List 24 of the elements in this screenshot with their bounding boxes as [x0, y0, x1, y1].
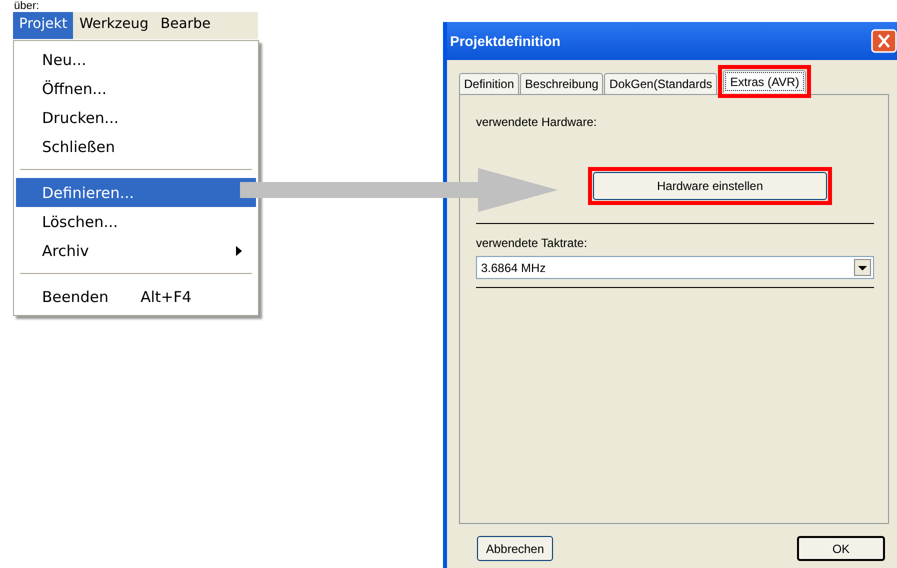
- tab[interactable]: DokGen(Standards: [604, 73, 718, 94]
- tab[interactable]: Extras (AVR): [723, 70, 806, 93]
- menu-item[interactable]: Definieren...: [16, 178, 256, 207]
- hardware-button[interactable]: Hardware einstellen: [593, 172, 827, 200]
- menu-item[interactable]: Neu...: [16, 45, 256, 74]
- tab[interactable]: Beschreibung: [520, 73, 604, 94]
- dialog-button[interactable]: Abbrechen: [477, 536, 553, 561]
- window-title: Projektdefinition: [450, 33, 560, 49]
- menu-bar-item[interactable]: Werkzeug: [73, 12, 155, 39]
- menu-item[interactable]: Öffnen...: [16, 74, 256, 103]
- dialog-button[interactable]: OK: [797, 536, 885, 561]
- close-icon[interactable]: [871, 29, 897, 53]
- clock-dropdown[interactable]: 3.6864 MHz: [476, 256, 874, 279]
- hardware-label: verwendete Hardware:: [476, 115, 598, 129]
- menu-item[interactable]: Beenden Alt+F4: [16, 282, 256, 311]
- menu-bar-item[interactable]: Projekt: [13, 12, 74, 39]
- tab[interactable]: Definition: [459, 73, 520, 94]
- menu-bar-item[interactable]: Bearbe: [154, 12, 217, 39]
- clock-label: verwendete Taktrate:: [476, 236, 588, 250]
- menu-item[interactable]: Drucken...: [16, 103, 256, 132]
- caption-text: über:: [14, 0, 40, 12]
- menu-item[interactable]: Archiv: [16, 236, 256, 265]
- menu-item[interactable]: Schließen: [16, 132, 256, 161]
- menu-item[interactable]: Löschen...: [16, 207, 256, 236]
